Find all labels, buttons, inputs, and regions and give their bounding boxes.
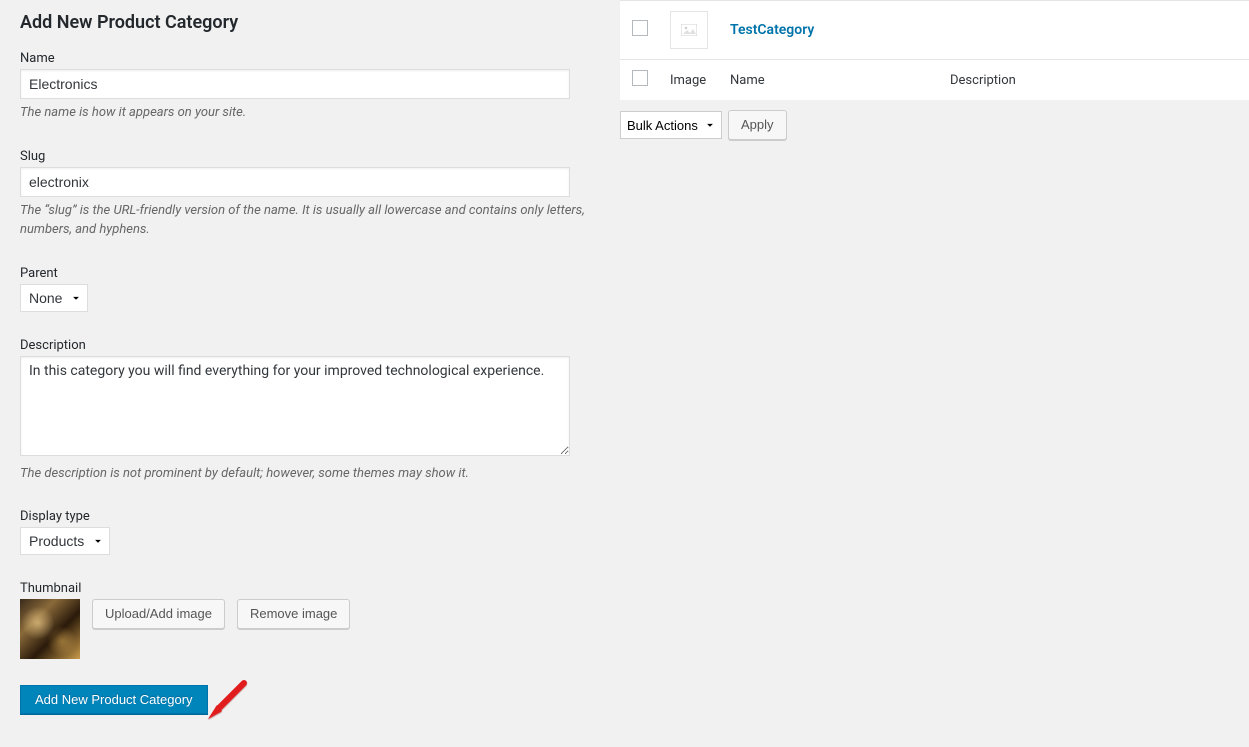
col-header-name: Name: [720, 60, 940, 101]
select-all-checkbox[interactable]: [632, 70, 648, 86]
field-display-type: Display type Products: [20, 509, 600, 555]
slug-help: The “slug” is the URL-friendly version o…: [20, 201, 600, 240]
slug-input[interactable]: [20, 167, 570, 197]
parent-label: Parent: [20, 266, 600, 281]
bulk-actions-select[interactable]: Bulk Actions: [620, 111, 722, 139]
parent-select[interactable]: None: [20, 284, 88, 312]
row-name-link[interactable]: TestCategory: [730, 22, 814, 38]
upload-image-button[interactable]: Upload/Add image: [92, 599, 225, 629]
name-label: Name: [20, 51, 600, 66]
description-help: The description is not prominent by defa…: [20, 464, 600, 484]
row-description: [940, 1, 1249, 60]
table-row: TestCategory: [620, 1, 1249, 60]
category-table: TestCategory Image Name Description: [620, 0, 1249, 100]
form-title: Add New Product Category: [20, 12, 600, 33]
field-thumbnail: Thumbnail Upload/Add image Remove image: [20, 581, 600, 659]
name-help: The name is how it appears on your site.: [20, 103, 600, 123]
display-type-select[interactable]: Products: [20, 527, 110, 555]
thumbnail-preview: [20, 599, 80, 659]
name-input[interactable]: [20, 69, 570, 99]
col-header-image: Image: [660, 60, 720, 101]
slug-label: Slug: [20, 149, 600, 164]
display-type-label: Display type: [20, 509, 600, 524]
description-label: Description: [20, 338, 600, 353]
remove-image-button[interactable]: Remove image: [237, 599, 350, 629]
table-footer-row: Image Name Description: [620, 60, 1249, 101]
field-description: Description The description is not promi…: [20, 338, 600, 484]
row-checkbox[interactable]: [632, 20, 648, 36]
field-slug: Slug The “slug” is the URL-friendly vers…: [20, 149, 600, 240]
field-name: Name The name is how it appears on your …: [20, 51, 600, 123]
submit-button[interactable]: Add New Product Category: [20, 685, 208, 714]
thumbnail-label: Thumbnail: [20, 581, 600, 596]
apply-button[interactable]: Apply: [728, 110, 787, 140]
description-textarea[interactable]: [20, 356, 570, 456]
col-header-description: Description: [940, 60, 1249, 101]
image-placeholder-icon: [670, 11, 708, 49]
bulk-actions-row: Bulk Actions Apply: [620, 100, 1249, 140]
field-parent: Parent None: [20, 266, 600, 312]
